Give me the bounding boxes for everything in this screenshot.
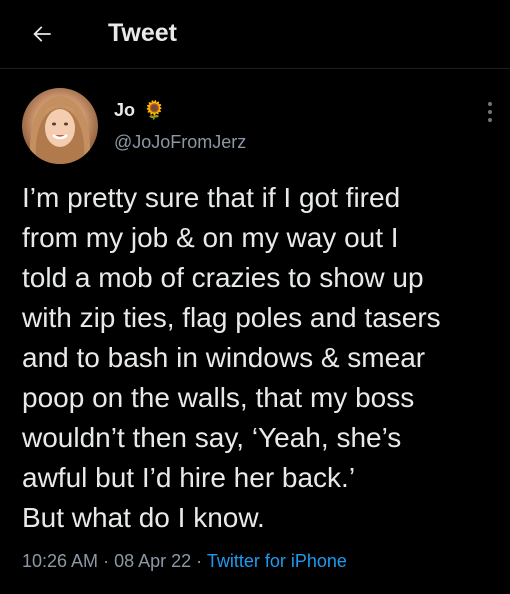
- vertical-ellipsis-icon: [488, 102, 492, 106]
- author-name[interactable]: Jo 🌻: [114, 98, 165, 122]
- avatar[interactable]: [22, 88, 98, 164]
- tweet-line: I’m pretty sure that if I got fired: [22, 182, 401, 213]
- tweet-line: awful but I’d hire her back.’: [22, 462, 356, 493]
- tweet-line: and to bash in windows & smear: [22, 342, 426, 373]
- ellipsis-dot: [488, 110, 492, 114]
- more-options-button[interactable]: [480, 98, 500, 126]
- tweet-date[interactable]: 08 Apr 22: [114, 551, 191, 571]
- tweet-time[interactable]: 10:26 AM: [22, 551, 98, 571]
- top-bar: Tweet: [0, 0, 510, 69]
- tweet-line: told a mob of crazies to show up: [22, 262, 424, 293]
- author-handle[interactable]: @JoJoFromJerz: [114, 130, 246, 154]
- author-name-text: Jo: [114, 100, 136, 120]
- tweet-line: from my job & on my way out I: [22, 222, 399, 253]
- tweet-line: poop on the walls, that my boss: [22, 382, 415, 413]
- page-title: Tweet: [108, 19, 177, 47]
- tweet-line: with zip ties, flag poles and tasers: [22, 302, 441, 333]
- meta-separator: ·: [103, 551, 110, 571]
- ellipsis-dot: [488, 118, 492, 122]
- sunflower-icon: 🌻: [143, 100, 166, 120]
- tweet-line: wouldn’t then say, ‘Yeah, she’s: [22, 422, 402, 453]
- tweet-source-link[interactable]: Twitter for iPhone: [207, 551, 347, 571]
- back-button[interactable]: [24, 16, 60, 52]
- tweet-text: I’m pretty sure that if I got fired from…: [22, 178, 508, 538]
- meta-separator: ·: [196, 551, 203, 571]
- arrow-left-icon: [33, 26, 51, 42]
- tweet-meta: 10:26 AM · 08 Apr 22 · Twitter for iPhon…: [22, 548, 347, 574]
- tweet-line: But what do I know.: [22, 502, 265, 533]
- profile-photo: [29, 96, 91, 164]
